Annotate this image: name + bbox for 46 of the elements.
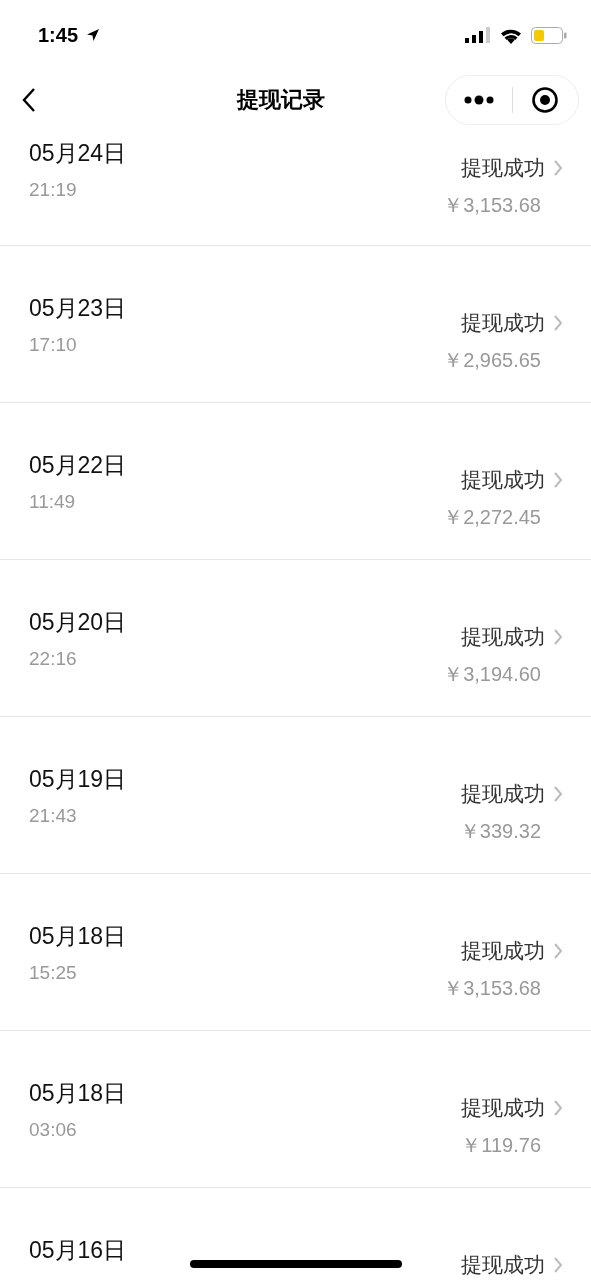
chevron-right-icon — [553, 159, 563, 177]
record-time: 03:06 — [29, 1119, 78, 1141]
record-amount: ￥3,153.68 — [443, 193, 541, 218]
location-arrow-icon — [86, 28, 101, 42]
more-dots-icon[interactable] — [462, 95, 495, 105]
status-time: 1:45 — [38, 23, 79, 47]
status-link[interactable]: 提现成功 — [461, 466, 563, 494]
status-link[interactable]: 提现成功 — [461, 623, 563, 651]
status-link[interactable]: 提现成功 — [461, 1094, 563, 1122]
status-link[interactable]: 提现成功 — [461, 937, 563, 965]
page-title: 提现记录 — [235, 86, 326, 114]
status-link[interactable]: 提现成功 — [461, 309, 563, 337]
record-date: 05月22日 — [29, 451, 127, 480]
record-time: 15:25 — [29, 962, 78, 984]
chevron-right-icon — [553, 785, 563, 803]
record-date: 05月23日 — [29, 294, 127, 323]
chevron-right-icon — [553, 314, 563, 332]
chevron-right-icon — [553, 1256, 563, 1274]
back-button[interactable] — [22, 87, 36, 113]
record-time: 21:43 — [29, 805, 78, 827]
record-time: 11:49 — [29, 491, 77, 513]
record-date: 05月18日 — [29, 1079, 127, 1108]
record-date: 05月19日 — [29, 765, 127, 794]
record-amount: ￥2,965.65 — [443, 348, 541, 373]
chevron-right-icon — [553, 942, 563, 960]
record-amount: ￥3,194.60 — [443, 662, 541, 687]
status-link[interactable]: 提现成功 — [461, 154, 563, 182]
status-link[interactable]: 提现成功 — [461, 1251, 563, 1279]
record-date: 05月18日 — [29, 922, 127, 951]
chevron-right-icon — [553, 1099, 563, 1117]
record-date: 05月16日 — [29, 1236, 127, 1265]
record-amount: ￥119.76 — [461, 1133, 541, 1158]
record-date: 05月20日 — [29, 608, 127, 637]
signal-icon — [465, 27, 491, 43]
chevron-right-icon — [553, 628, 563, 646]
record-amount: ￥3,153.68 — [443, 976, 541, 1001]
chevron-right-icon — [553, 471, 563, 489]
target-circle-icon[interactable] — [531, 86, 560, 114]
record-amount: ￥339.32 — [459, 819, 541, 844]
record-time: 17:10 — [29, 334, 78, 356]
record-time: 21:19 — [29, 179, 78, 201]
record-date: 05月24日 — [29, 139, 127, 168]
record-amount: ￥2,272.45 — [443, 505, 541, 530]
battery-icon — [531, 26, 567, 44]
record-time: 22:16 — [29, 648, 78, 670]
status-link[interactable]: 提现成功 — [461, 780, 563, 808]
